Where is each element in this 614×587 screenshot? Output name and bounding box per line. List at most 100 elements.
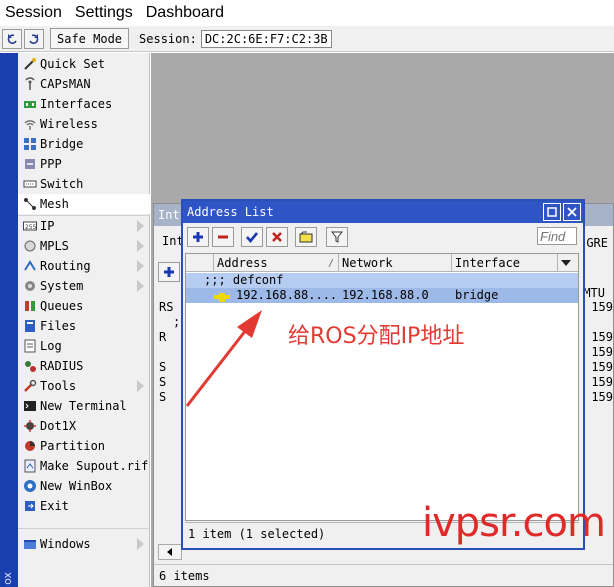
sidebar-item-interfaces[interactable]: Interfaces [18,94,150,114]
watermark: ivpsr.com [422,500,606,546]
session-value: DC:2C:6E:F7:C2:3B [200,29,332,48]
column-header-mtu[interactable]: MTU [583,286,605,300]
table-row-mtu: 159 [591,360,613,374]
sidebar-item-new-terminal[interactable]: New Terminal [18,396,150,416]
safe-mode-button[interactable]: Safe Mode [50,28,130,49]
table-row-flag [159,345,180,360]
ppp-icon [22,156,38,172]
sidebar-item-mesh[interactable]: Mesh [18,194,150,214]
x-icon [272,232,282,242]
undo-icon [7,33,17,44]
sidebar-item-routing[interactable]: Routing [18,256,150,276]
sort-icon: / [327,257,334,269]
files-icon [22,318,38,334]
add-button[interactable] [187,227,209,247]
find-input[interactable] [537,227,577,245]
undo-button[interactable] [2,28,22,49]
table-row-mtu [591,315,613,330]
svg-text:255: 255 [25,224,37,231]
submenu-arrow-icon [137,220,144,232]
queues-icon [22,298,38,314]
supout-icon [22,458,38,474]
sidebar-item-new-winbox[interactable]: New WinBox [18,476,150,496]
minus-icon [218,235,228,239]
menu-dashboard[interactable]: Dashboard [141,4,232,22]
sidebar-divider [18,528,150,529]
sidebar-item-windows[interactable]: Windows [18,534,150,554]
comment-row[interactable]: ;;; defconf [186,273,578,288]
windows-icon [22,536,38,552]
tab-gre[interactable]: GRE [586,236,608,250]
column-header-address[interactable]: Address / [214,254,339,272]
sidebar-item-mpls[interactable]: MPLS [18,236,150,256]
redo-icon [29,33,39,44]
menu-settings[interactable]: Settings [70,4,141,22]
sidebar-item-ip[interactable]: 255 IP [18,216,150,236]
comment-icon [299,231,313,243]
address-list-dialog: Address List Find Address / Network Inte… [181,199,585,550]
sidebar-item-make-supout[interactable]: Make Supout.rif [18,456,150,476]
filter-button[interactable] [326,227,348,247]
check-icon [246,232,258,243]
sidebar-item-quick-set[interactable]: Quick Set [18,54,150,74]
radius-icon [22,358,38,374]
ip-icon: 255 [22,218,38,234]
close-icon [567,207,577,217]
sidebar-item-radius[interactable]: RADIUS [18,356,150,376]
column-header-flags[interactable] [186,254,214,272]
plus-icon [193,232,203,242]
sidebar-item-tools[interactable]: Tools [18,376,150,396]
annotation-text: 给ROS分配IP地址 [288,324,465,349]
bridge-icon [22,136,38,152]
sidebar-item-wireless[interactable]: Wireless [18,114,150,134]
routing-icon [22,258,38,274]
window-controls [543,203,581,221]
brand-strip: ox [0,53,18,587]
disable-button[interactable] [266,227,288,247]
sidebar-item-capsman[interactable]: CAPsMAN [18,74,150,94]
column-header-network[interactable]: Network [339,254,452,272]
log-icon [22,338,38,354]
remove-button[interactable] [212,227,234,247]
sidebar-item-files[interactable]: Files [18,316,150,336]
sidebar-item-switch[interactable]: Switch [18,174,150,194]
columns-dropdown-button[interactable] [558,254,578,272]
table-row-mtu: 159 [591,375,613,389]
maximize-button[interactable] [543,203,561,221]
sidebar-item-ppp[interactable]: PPP [18,154,150,174]
table-row-mtu: 159 [591,330,613,344]
sidebar-item-queues[interactable]: Queues [18,296,150,316]
submenu-arrow-icon [137,260,144,272]
redo-button[interactable] [24,28,44,49]
dialog-titlebar[interactable]: Address List [183,201,583,223]
table-row[interactable]: 192.168.88.... 192.168.88.0 bridge [186,288,578,303]
dialog-toolbar [185,227,581,249]
sidebar-item-dot1x[interactable]: Dot1X [18,416,150,436]
dialog-title: Address List [187,205,274,219]
antenna-icon [22,76,38,92]
table-row-flag: S [159,375,167,389]
table-row-mtu: 159 [591,300,613,314]
close-button[interactable] [563,203,581,221]
sidebar-item-system[interactable]: System [18,276,150,296]
add-interface-button[interactable] [158,262,180,282]
brand-text: ox [1,572,14,585]
chevron-down-icon [561,260,571,266]
sidebar-item-exit[interactable]: Exit [18,496,150,516]
submenu-arrow-icon [137,380,144,392]
sidebar-item-partition[interactable]: Partition [18,436,150,456]
interface-status-bar: 6 items [154,564,613,586]
comment-button[interactable] [295,227,317,247]
enable-button[interactable] [241,227,263,247]
table-row-flag: R [159,330,167,344]
arrow-left-icon [167,548,172,556]
submenu-arrow-icon [137,240,144,252]
sidebar-item-bridge[interactable]: Bridge [18,134,150,154]
menu-session[interactable]: Session [0,4,70,22]
winbox-icon [22,478,38,494]
interface-flags-column: RS ; R S S S [159,300,180,405]
interface-mtu-column: 159 159 159 159 159 159 [591,300,613,405]
sidebar-item-log[interactable]: Log [18,336,150,356]
scroll-left-button[interactable] [158,544,182,560]
column-header-interface[interactable]: Interface [452,254,558,272]
